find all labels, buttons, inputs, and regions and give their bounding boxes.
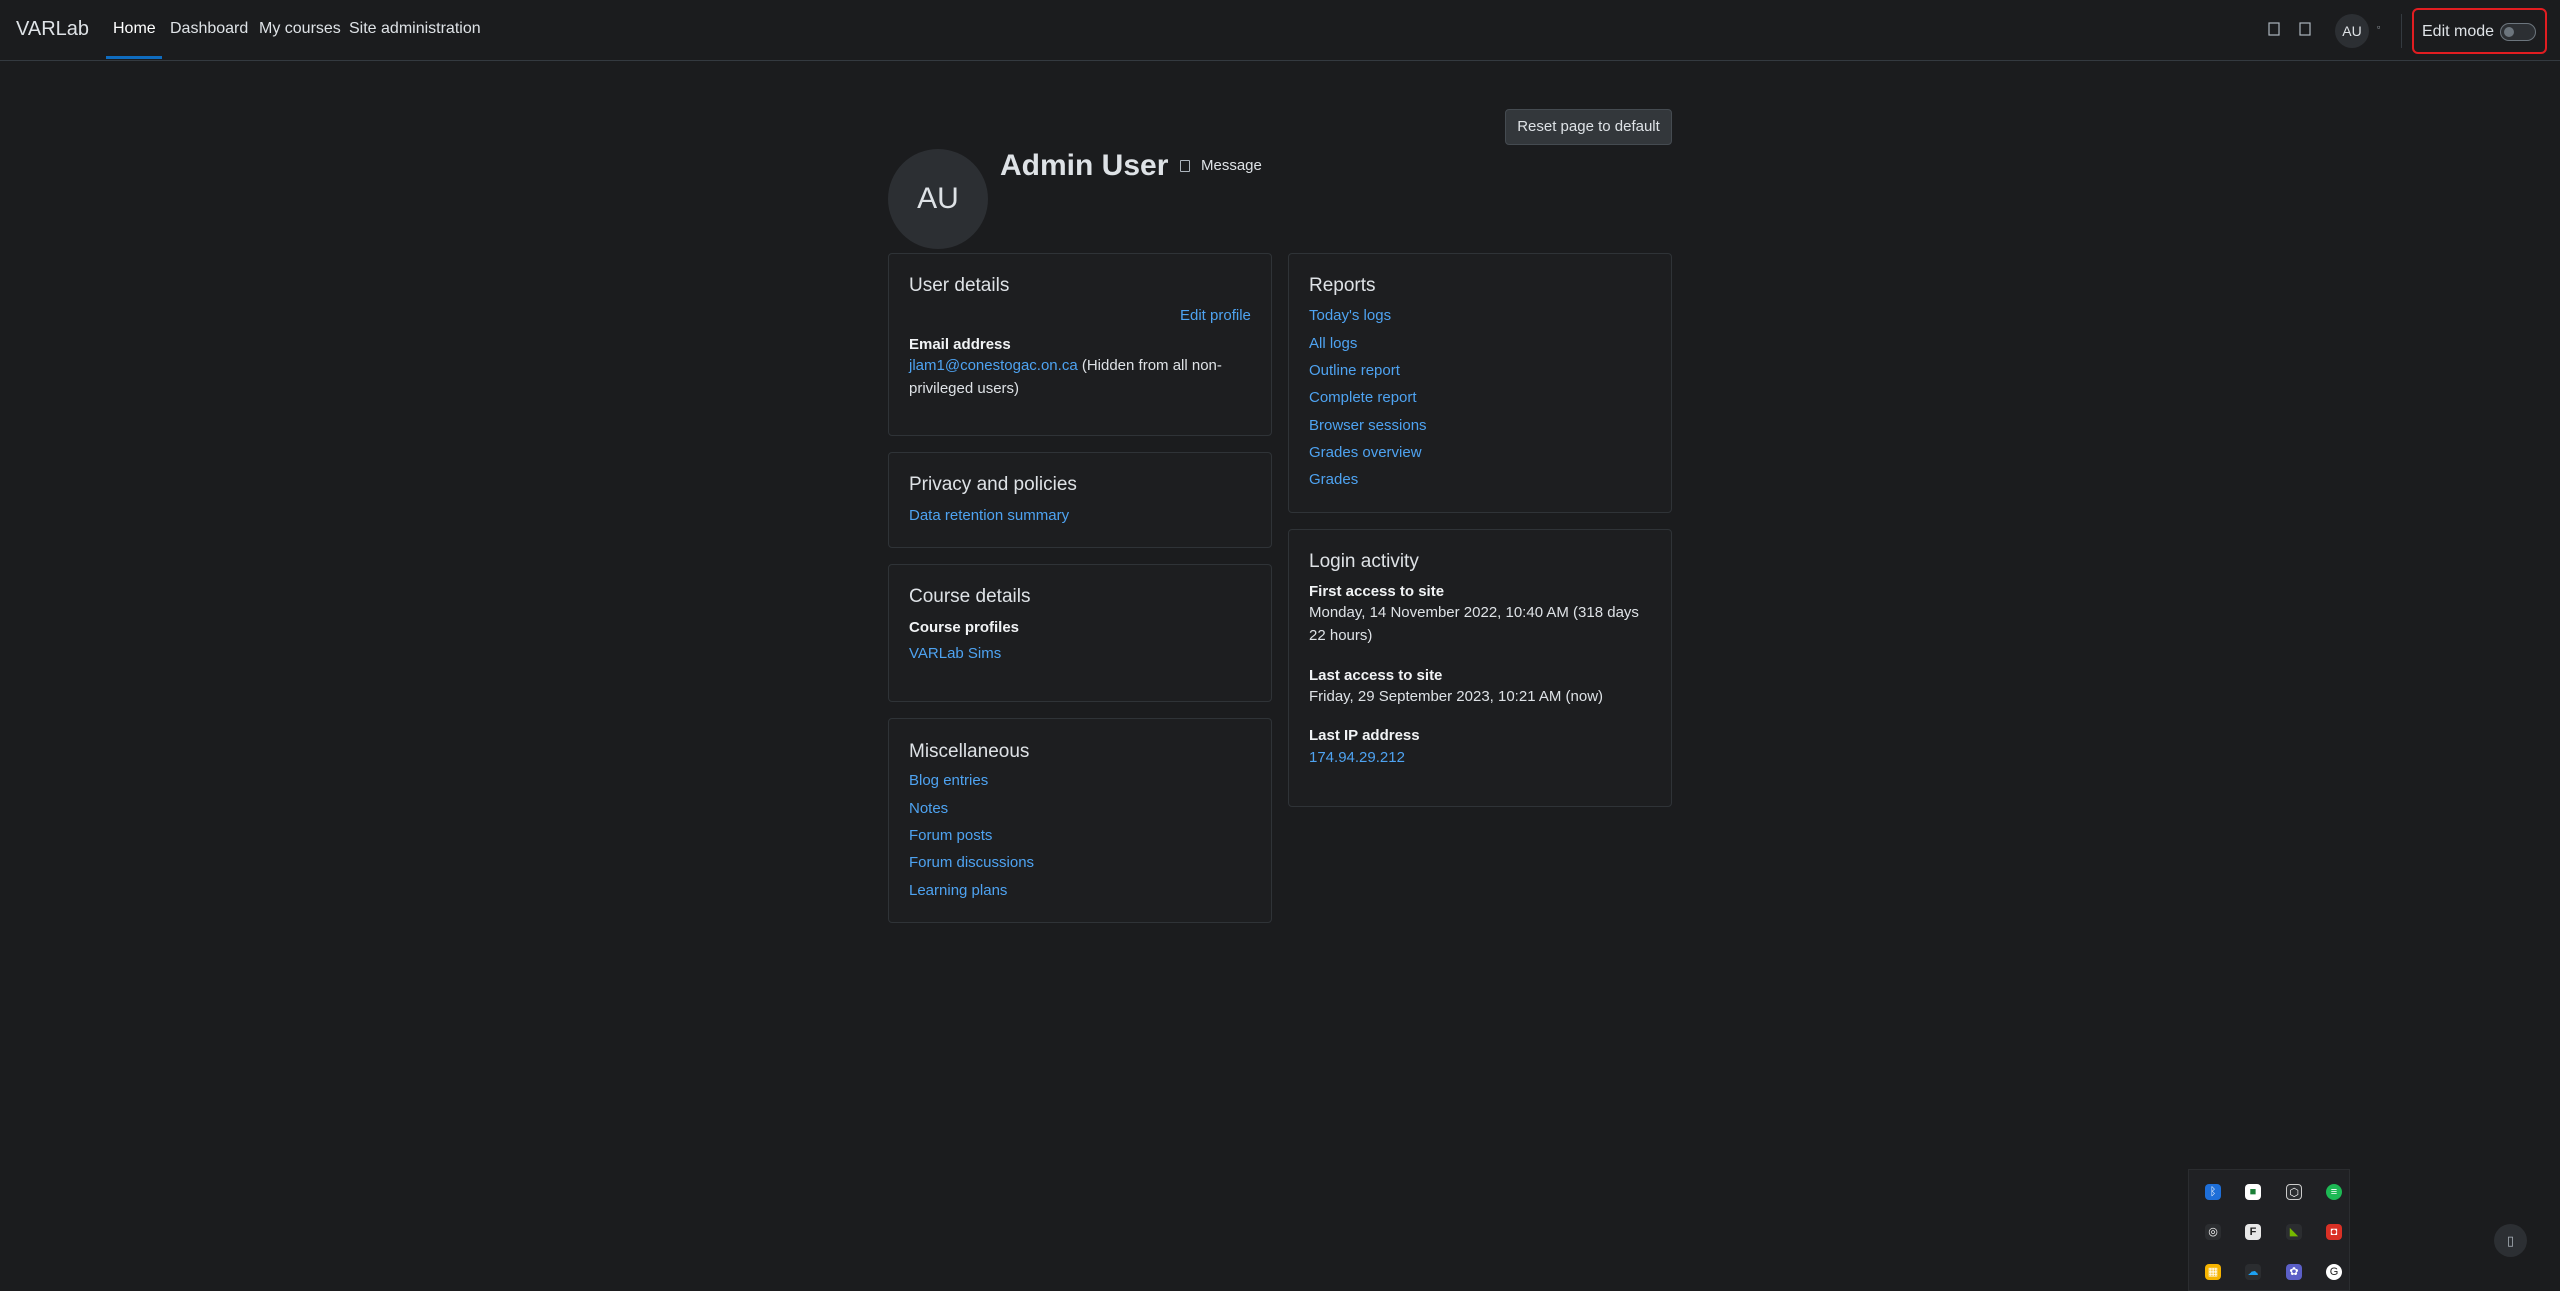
privacy-card: Privacy and policies Data retention summ… — [888, 452, 1272, 548]
message-icon[interactable] — [1180, 160, 1190, 172]
notifications-bell-icon[interactable] — [2267, 21, 2281, 37]
notes-link[interactable]: Notes — [909, 800, 948, 817]
grades-overview-link[interactable]: Grades overview — [1309, 444, 1422, 461]
todays-logs-link[interactable]: Today's logs — [1309, 307, 1391, 324]
nav-dashboard[interactable]: Dashboard — [170, 20, 248, 38]
card-title: Miscellaneous — [909, 741, 1030, 762]
edit-profile-link[interactable]: Edit profile — [1180, 307, 1251, 324]
edit-mode-toggle[interactable] — [2500, 23, 2536, 41]
cloud-icon[interactable]: ☁ — [2245, 1264, 2261, 1280]
help-footer-button[interactable]: ▯ — [2494, 1224, 2527, 1257]
nav-my-courses[interactable]: My courses — [259, 20, 341, 38]
last-access-value: Friday, 29 September 2023, 10:21 AM (now… — [1309, 688, 1604, 705]
user-menu-avatar[interactable]: AU — [2335, 14, 2369, 48]
card-title: Course details — [909, 586, 1031, 607]
first-access-line: Monday, 14 November 2022, 10:40 AM (318 … — [1309, 604, 1639, 621]
profile-avatar: AU — [888, 149, 988, 249]
top-navbar: VARLab Home Dashboard My courses Site ad… — [0, 0, 2560, 61]
edit-mode-label: Edit mode — [2422, 23, 2495, 40]
browser-sessions-link[interactable]: Browser sessions — [1309, 417, 1427, 434]
first-access-value: Monday, 14 November 2022, 10:40 AM (318 … — [1309, 601, 1659, 647]
first-access-line: 22 hours) — [1309, 627, 1373, 644]
font-icon[interactable]: F — [2245, 1224, 2261, 1240]
shield-icon[interactable]: ■ — [2245, 1184, 2261, 1200]
outline-report-link[interactable]: Outline report — [1309, 362, 1400, 379]
site-brand[interactable]: VARLab — [16, 18, 89, 41]
layers-icon[interactable]: ◎ — [2205, 1224, 2221, 1240]
complete-report-link[interactable]: Complete report — [1309, 389, 1417, 406]
first-access-label: First access to site — [1309, 583, 1445, 600]
edit-mode-control[interactable]: Edit mode — [2412, 8, 2547, 54]
last-ip-link[interactable]: 174.94.29.212 — [1309, 749, 1405, 766]
last-access-label: Last access to site — [1309, 667, 1443, 684]
course-profiles-label: Course profiles — [909, 619, 1020, 636]
miscellaneous-card: Miscellaneous Blog entries Notes Forum p… — [888, 718, 1272, 923]
card-title: Login activity — [1309, 551, 1419, 572]
forum-discussions-link[interactable]: Forum discussions — [909, 854, 1034, 871]
spotify-icon[interactable]: ≡ — [2326, 1184, 2342, 1200]
learning-plans-link[interactable]: Learning plans — [909, 882, 1007, 899]
system-tray-overflow: ᛒ ■ ⬡ ≡ ◎ F ◣ ◘ ▦ ☁ ✿ G — [2188, 1169, 2350, 1291]
login-activity-card: Login activity First access to site Mond… — [1288, 529, 1672, 807]
email-note-continued: privileged users) — [909, 380, 1020, 397]
bluetooth-icon[interactable]: ᛒ — [2205, 1184, 2221, 1200]
navbar-divider — [2401, 14, 2402, 48]
email-block: jlam1@conestogac.on.ca (Hidden from all … — [909, 354, 1249, 400]
card-title: Privacy and policies — [909, 474, 1077, 495]
forum-posts-link[interactable]: Forum posts — [909, 827, 992, 844]
nav-home[interactable]: Home — [113, 20, 156, 38]
box-icon[interactable]: ⬡ — [2286, 1184, 2302, 1200]
reports-card: Reports Today's logs All logs Outline re… — [1288, 253, 1672, 513]
email-link[interactable]: jlam1@conestogac.on.ca — [909, 357, 1078, 374]
teams-icon[interactable]: ✿ — [2286, 1264, 2302, 1280]
card-title: Reports — [1309, 275, 1376, 296]
reset-page-button[interactable]: Reset page to default — [1505, 109, 1672, 145]
email-note: (Hidden from all non- — [1081, 357, 1222, 374]
email-label: Email address — [909, 336, 1011, 353]
card-title: User details — [909, 275, 1010, 296]
messages-chat-icon[interactable] — [2298, 21, 2312, 37]
message-button[interactable]: Message — [1201, 157, 1262, 174]
user-menu-caret-icon[interactable]: ▫ — [2377, 22, 2380, 32]
remote-icon[interactable]: ◘ — [2326, 1224, 2342, 1240]
blog-entries-link[interactable]: Blog entries — [909, 772, 988, 789]
course-details-card: Course details Course profiles VARLab Si… — [888, 564, 1272, 702]
all-logs-link[interactable]: All logs — [1309, 335, 1357, 352]
image-icon[interactable]: ▦ — [2205, 1264, 2221, 1280]
grades-link[interactable]: Grades — [1309, 471, 1358, 488]
user-details-card: User details Edit profile Email address … — [888, 253, 1272, 436]
toggle-knob — [2504, 27, 2514, 37]
google-icon[interactable]: G — [2326, 1264, 2342, 1280]
page-title: Admin User — [1000, 149, 1169, 182]
course-link[interactable]: VARLab Sims — [909, 645, 1001, 662]
data-retention-link[interactable]: Data retention summary — [909, 507, 1069, 524]
nav-site-administration[interactable]: Site administration — [349, 20, 481, 38]
nav-active-indicator — [106, 56, 162, 59]
nvidia-icon[interactable]: ◣ — [2286, 1224, 2302, 1240]
last-ip-label: Last IP address — [1309, 727, 1420, 744]
